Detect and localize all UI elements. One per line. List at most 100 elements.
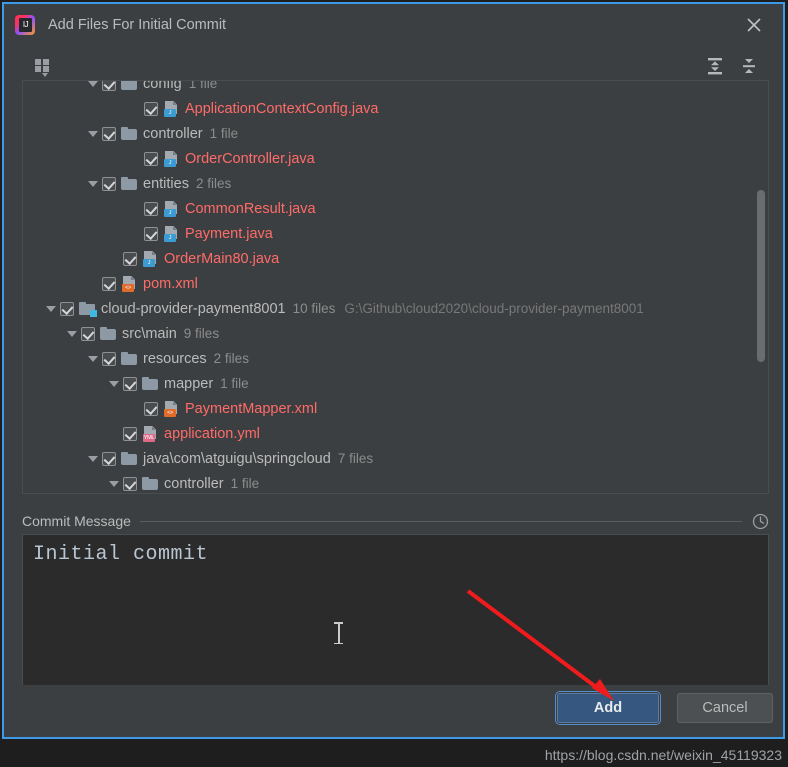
chevron-down-icon[interactable] (87, 452, 100, 465)
xml-file-icon: <> (163, 401, 180, 417)
row-checkbox[interactable] (144, 151, 158, 166)
tree-row-file-count: 1 file (230, 476, 260, 491)
dialog-button-bar: Add Cancel (4, 685, 783, 737)
clock-history-icon[interactable] (751, 512, 769, 530)
folder-icon (121, 126, 138, 141)
scrollbar-thumb[interactable] (757, 190, 765, 362)
module-folder-icon (79, 301, 97, 317)
row-checkbox[interactable] (102, 81, 116, 91)
folder-icon (100, 326, 117, 341)
chevron-down-icon[interactable] (66, 327, 79, 340)
tree-row[interactable]: cloud-provider-payment8001 10 files G:\Git… (23, 296, 768, 321)
group-by-icon[interactable] (30, 54, 54, 78)
expand-all-icon[interactable] (703, 54, 727, 78)
tree-row-file-count: 1 file (220, 376, 249, 391)
tree-row[interactable]: J ApplicationContextConfig.java (23, 96, 768, 121)
tree-row-name: entities (143, 175, 189, 192)
tree-row[interactable]: controller 1 file (23, 121, 768, 146)
tree-row[interactable]: entities 2 files (23, 171, 768, 196)
file-tree-panel[interactable]: config 1 file J ApplicationContextConfig.ja… (22, 80, 769, 494)
tree-row-name: cloud-provider-payment8001 (101, 300, 286, 317)
chevron-down-icon[interactable] (108, 377, 121, 390)
tree-row[interactable]: J CommonResult.java (23, 196, 768, 221)
row-checkbox[interactable] (102, 276, 116, 291)
chevron-down-icon[interactable] (87, 352, 100, 365)
tree-row[interactable]: java\com\atguigu\springcloud 7 files (23, 446, 768, 471)
tree-row[interactable]: resources 2 files (23, 346, 768, 371)
folder-icon (142, 476, 159, 491)
tree-row[interactable]: <> pom.xml (23, 271, 768, 296)
tree-row-file-count: 2 files (195, 176, 232, 191)
row-checkbox[interactable] (144, 401, 158, 416)
dialog-title: Add Files For Initial Commit (48, 17, 227, 33)
commit-message-input[interactable]: Initial commit (22, 534, 769, 686)
tree-row-file-count: 1 file (188, 80, 218, 91)
tree-row[interactable]: YML application.yml (23, 421, 768, 446)
row-checkbox[interactable] (123, 251, 137, 266)
tree-row[interactable]: J Payment.java (23, 221, 768, 246)
tree-row[interactable]: config 1 file (23, 80, 768, 96)
chevron-down-icon[interactable] (108, 477, 121, 490)
row-checkbox[interactable] (102, 176, 116, 191)
close-icon[interactable] (741, 12, 767, 38)
tree-row-name: controller (164, 475, 224, 492)
tree-row-file-count: 10 files (292, 301, 336, 316)
tree-row-name: application.yml (164, 425, 260, 442)
row-checkbox[interactable] (81, 326, 95, 341)
chevron-down-icon[interactable] (87, 177, 100, 190)
tree-row-file-count: 1 file (209, 126, 239, 141)
tree-row[interactable]: src\main 9 files (23, 321, 768, 346)
tree-row-name: ApplicationContextConfig.java (185, 100, 379, 117)
tree-row-name: mapper (164, 375, 214, 392)
row-checkbox[interactable] (144, 101, 158, 116)
commit-message-header: Commit Message (22, 510, 769, 532)
chevron-down-icon[interactable] (87, 127, 100, 140)
folder-icon (121, 351, 138, 366)
tree-row-name: resources (143, 350, 207, 367)
tree-row-name: controller (143, 125, 203, 142)
row-checkbox[interactable] (102, 351, 116, 366)
row-checkbox[interactable] (123, 426, 137, 441)
chevron-down-icon[interactable] (87, 81, 100, 90)
collapse-all-icon[interactable] (737, 54, 761, 78)
row-checkbox[interactable] (123, 376, 137, 391)
java-file-icon: J (163, 151, 180, 167)
chevron-down-icon[interactable] (45, 302, 58, 315)
add-button[interactable]: Add (555, 691, 661, 725)
java-file-icon: J (163, 201, 180, 217)
row-checkbox[interactable] (60, 301, 74, 316)
tree-row-name: PaymentMapper.xml (185, 400, 318, 417)
tree-row-file-count: 9 files (183, 326, 220, 341)
folder-icon (121, 81, 138, 91)
tree-row-name: CommonResult.java (185, 200, 316, 217)
tree-row[interactable]: J OrderController.java (23, 146, 768, 171)
folder-icon (121, 176, 138, 191)
row-checkbox[interactable] (144, 226, 158, 241)
tree-row-file-count: 2 files (213, 351, 249, 366)
tree-row-path: G:\Github\cloud2020\cloud-provider-payme… (344, 301, 644, 316)
row-checkbox[interactable] (102, 451, 116, 466)
tree-vertical-scrollbar[interactable] (756, 82, 766, 493)
yml-file-icon: YML (142, 426, 159, 442)
cancel-button[interactable]: Cancel (677, 693, 773, 723)
tree-row[interactable]: controller 1 file (23, 471, 768, 493)
folder-icon (142, 376, 159, 391)
tree-row-name: pom.xml (143, 275, 198, 292)
add-files-dialog: IJ Add Files For Initial Commit config 1… (2, 2, 785, 739)
row-checkbox[interactable] (102, 126, 116, 141)
row-checkbox[interactable] (123, 476, 137, 491)
tree-row[interactable]: <> PaymentMapper.xml (23, 396, 768, 421)
tree-row[interactable]: mapper 1 file (23, 371, 768, 396)
row-checkbox[interactable] (144, 201, 158, 216)
tree-row-name: OrderMain80.java (164, 250, 280, 267)
tree-row[interactable]: J OrderMain80.java (23, 246, 768, 271)
dialog-title-bar: IJ Add Files For Initial Commit (4, 4, 783, 46)
header-divider (139, 520, 742, 522)
folder-icon (121, 451, 138, 466)
java-file-icon: J (163, 226, 180, 242)
